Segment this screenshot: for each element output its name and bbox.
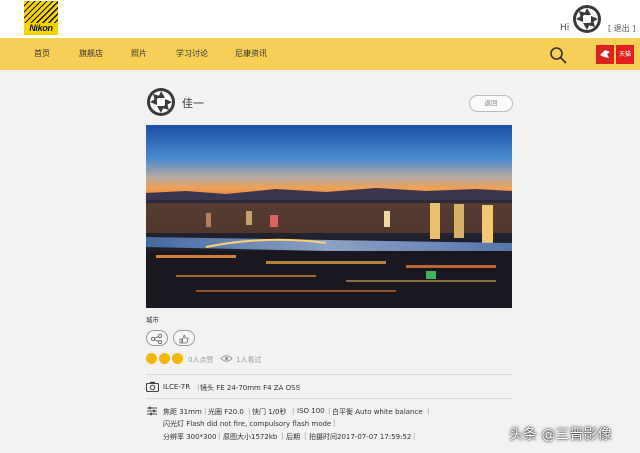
separator: | [218,432,221,440]
separator: | [204,407,207,415]
divider [146,374,512,375]
separator: | [413,432,416,440]
white-balance: 白平衡 Auto white balance [332,408,423,416]
top-bar [0,0,640,38]
user-avatar-icon[interactable] [572,4,602,34]
post-processing: 后期 [286,433,300,441]
nav-item-discussion[interactable]: 学习讨论 [176,48,208,59]
separator: | [298,383,301,391]
flash-info: 闪光灯 Flash did not fire, compulsory flash… [163,420,332,428]
share-icon [150,333,163,345]
cool-emoji-icon[interactable] [159,353,170,364]
watermark: 头条 @三晋影像 [509,427,612,443]
share-button[interactable] [146,330,168,346]
separator: | [304,432,307,440]
logo-stripes [24,1,58,23]
nav-item-home[interactable]: 首页 [34,48,50,59]
photo-caption: 城市 [146,316,159,324]
back-button[interactable]: 返回 [469,95,513,112]
search-icon[interactable] [549,46,567,64]
like-count: 0人点赞 [188,356,214,364]
nav-item-store[interactable]: 旗舰店 [79,48,103,59]
nikon-logo[interactable]: Nikon [24,1,58,35]
settings-sliders-icon [147,406,157,416]
logout-link[interactable]: [ 退出 ] [608,23,635,34]
greeting-text: Hi [560,23,570,33]
tmall-badge[interactable]: 天猫 [616,45,634,64]
focal-length: 焦距 31mm [163,408,202,416]
thumbs-up-icon [179,335,189,344]
author-name[interactable]: 佳一 [182,95,204,111]
separator: | [197,383,200,391]
smile-emoji-icon[interactable] [146,353,157,364]
divider [146,398,512,399]
like-button[interactable] [173,330,195,346]
separator: | [281,432,284,440]
separator: | [248,407,251,415]
bird-icon [600,50,610,58]
aperture: 光圈 F20.0 [208,408,244,416]
nav-item-photos[interactable]: 照片 [131,48,147,59]
resolution: 分辨率 300*300 [163,433,217,441]
nav-bar: 首页 旗舰店 照片 学习讨论 尼康资讯 [0,38,640,70]
laugh-emoji-icon[interactable] [172,353,183,364]
shutter-speed: 快门 1/0秒 [252,408,287,416]
nav-item-news[interactable]: 尼康资讯 [235,48,267,59]
camera-icon [146,381,159,392]
separator: | [333,419,336,427]
logo-wordmark: Nikon [29,23,53,33]
capture-time: 拍摄时间2017-07-07 17:59:52 [309,433,412,441]
post-photo[interactable] [146,125,512,308]
app-badge-icon[interactable] [596,45,614,64]
separator: | [328,407,331,415]
view-count: 1人看过 [236,356,262,364]
file-size: 原图大小1572kb [223,433,278,441]
iso: ISO 100 [297,407,325,415]
separator: | [427,407,430,415]
author-avatar-icon[interactable] [146,87,176,117]
lens-info: 镜头 FE 24-70mm F4 ZA OSS [200,384,301,392]
eye-icon [220,355,233,362]
camera-model: ILCE-7R [163,383,191,391]
separator: | [292,407,295,415]
